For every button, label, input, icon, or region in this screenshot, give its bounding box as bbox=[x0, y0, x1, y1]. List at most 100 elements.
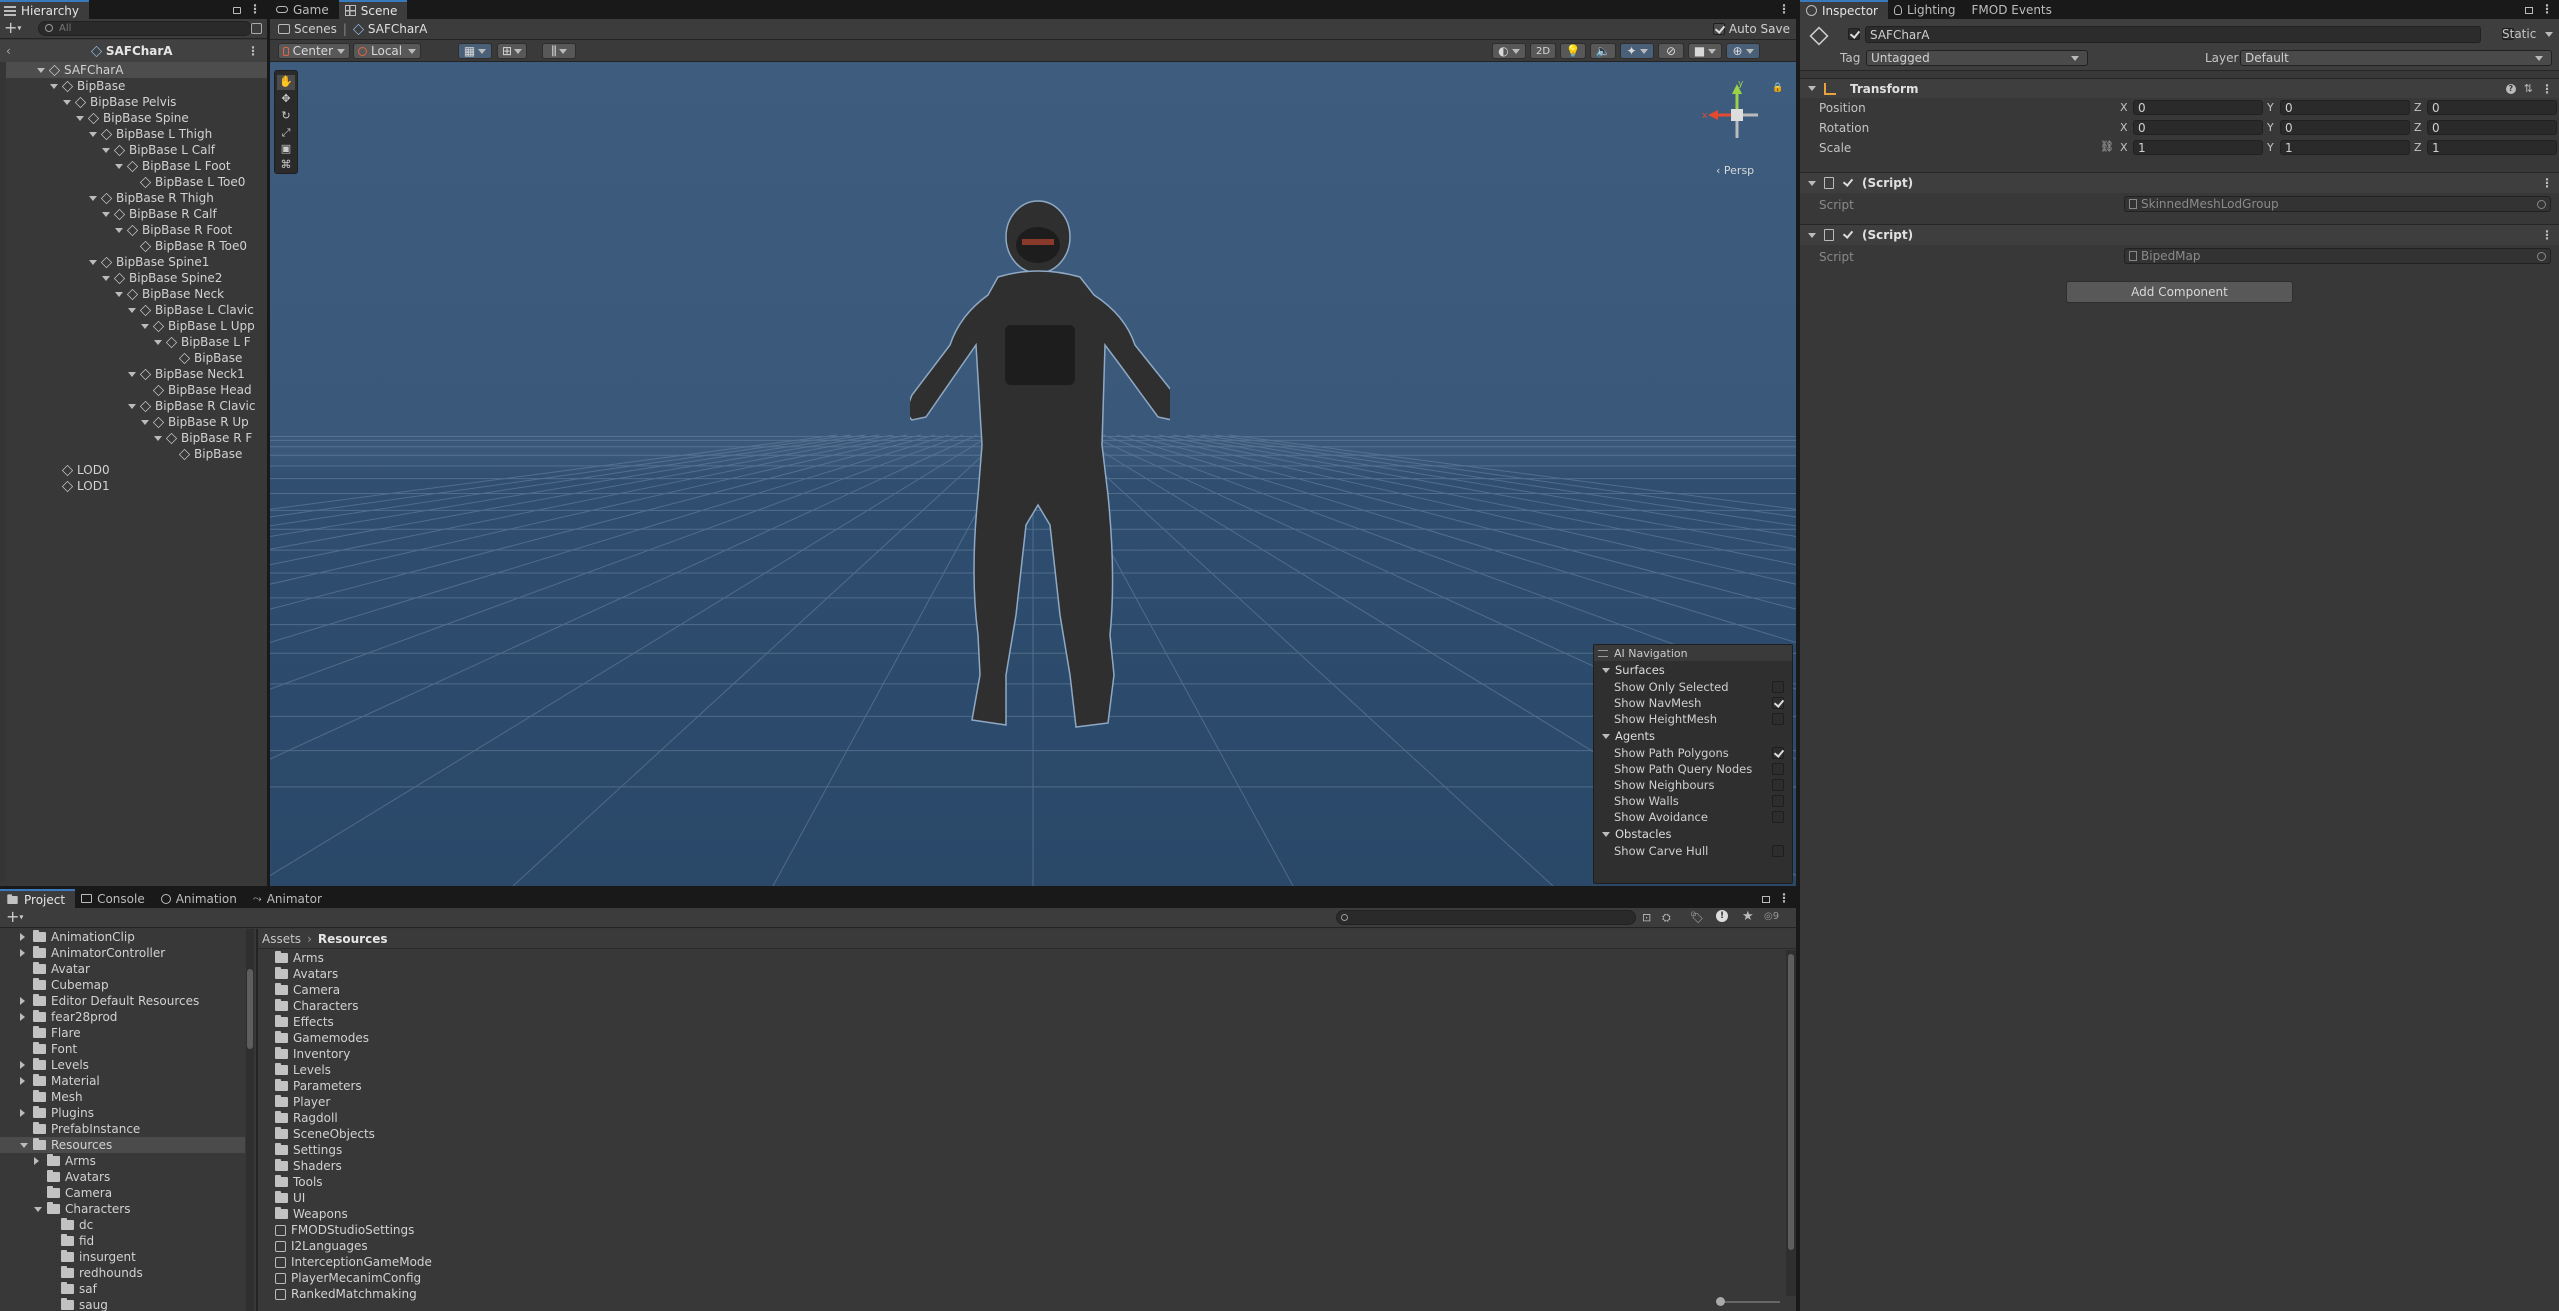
2d-toggle[interactable]: 2D bbox=[1530, 43, 1556, 59]
asset-item[interactable]: Weapons bbox=[258, 1206, 1786, 1222]
ai-nav-section-header[interactable]: Obstacles bbox=[1594, 825, 1792, 843]
project-tree-item[interactable]: redhounds bbox=[0, 1265, 245, 1281]
expand-arrow-icon[interactable] bbox=[20, 933, 25, 941]
component-menu-icon[interactable]: ⋮ bbox=[2541, 82, 2553, 96]
grid-snap-button[interactable]: ▦ bbox=[458, 43, 492, 59]
axis-x-label[interactable]: X bbox=[2120, 101, 2128, 114]
filter-type-icon[interactable]: ⛭ bbox=[1662, 911, 1671, 925]
expand-arrow-icon[interactable] bbox=[34, 1157, 39, 1165]
ai-nav-option-checkbox[interactable] bbox=[1772, 713, 1784, 725]
increment-snap-button[interactable]: ⊞ bbox=[497, 43, 527, 59]
asset-item[interactable]: Inventory bbox=[258, 1046, 1786, 1062]
expand-arrow-icon[interactable] bbox=[128, 371, 136, 377]
expand-arrow-icon[interactable] bbox=[115, 291, 123, 297]
tab-inspector[interactable]: Inspector bbox=[1800, 0, 1888, 19]
script-enabled-checkbox[interactable] bbox=[1842, 229, 1854, 241]
asset-item[interactable]: Characters bbox=[258, 998, 1786, 1014]
project-tree-item[interactable]: saug bbox=[0, 1297, 245, 1311]
create-asset-button[interactable]: +▾ bbox=[6, 909, 23, 926]
axis-x-label[interactable]: X bbox=[2120, 121, 2128, 134]
inspector-lock-icon[interactable] bbox=[2525, 7, 2533, 14]
asset-item[interactable]: Levels bbox=[258, 1062, 1786, 1078]
asset-item[interactable]: FMODStudioSettings bbox=[258, 1222, 1786, 1238]
breadcrumb-current[interactable]: SAFCharA bbox=[368, 22, 427, 36]
asset-item[interactable]: InterceptionGameMode bbox=[258, 1254, 1786, 1270]
filter-log-icon[interactable]: ! bbox=[1716, 910, 1728, 922]
expand-arrow-icon[interactable] bbox=[1602, 667, 1610, 673]
project-tree-item[interactable]: Avatars bbox=[0, 1169, 245, 1185]
expand-arrow-icon[interactable] bbox=[115, 163, 123, 169]
static-dropdown-icon[interactable] bbox=[2545, 32, 2553, 37]
move-tool-button[interactable]: ✥ bbox=[277, 92, 295, 107]
breadcrumb-resources[interactable]: Resources bbox=[318, 932, 388, 946]
filter-label-icon[interactable]: 🏷 bbox=[1690, 911, 1704, 924]
expand-arrow-icon[interactable] bbox=[20, 1077, 25, 1085]
hierarchy-item[interactable]: BipBase bbox=[0, 446, 267, 462]
pivot-dropdown[interactable]: Center bbox=[278, 43, 350, 59]
hierarchy-item[interactable]: BipBase L Thigh bbox=[0, 126, 267, 142]
component-menu-icon[interactable]: ⋮ bbox=[2541, 228, 2553, 242]
audio-toggle[interactable]: 🔈 bbox=[1590, 43, 1616, 59]
active-checkbox[interactable] bbox=[1848, 28, 1860, 40]
expand-arrow-icon[interactable] bbox=[37, 67, 45, 73]
axis-z-label[interactable]: Z bbox=[2414, 121, 2422, 134]
hierarchy-item[interactable]: BipBase R F bbox=[0, 430, 267, 446]
script-enabled-checkbox[interactable] bbox=[1842, 177, 1854, 189]
axis-y-label[interactable]: Y bbox=[2267, 121, 2274, 134]
project-tree-item[interactable]: fear28prod bbox=[0, 1009, 245, 1025]
expand-arrow-icon[interactable] bbox=[128, 307, 136, 313]
transform-y-field[interactable]: 0 bbox=[2280, 100, 2410, 115]
tag-dropdown[interactable]: Untagged bbox=[1866, 50, 2088, 66]
ai-nav-option-checkbox[interactable] bbox=[1772, 779, 1784, 791]
script-header[interactable]: (Script) ⋮ bbox=[1800, 225, 2559, 245]
expand-arrow-icon[interactable] bbox=[20, 1013, 25, 1021]
tab-scene[interactable]: Scene bbox=[338, 0, 408, 19]
kebab-menu-icon[interactable]: ⋮ bbox=[249, 0, 261, 19]
ai-nav-option-checkbox[interactable] bbox=[1772, 763, 1784, 775]
project-tree-item[interactable]: Camera bbox=[0, 1185, 245, 1201]
inspector-kebab-icon[interactable]: ⋮ bbox=[2541, 0, 2553, 19]
persp-label[interactable]: ‹ Persp bbox=[1716, 164, 1754, 177]
asset-item[interactable]: Arms bbox=[258, 950, 1786, 966]
rotate-tool-button[interactable]: ↻ bbox=[277, 109, 295, 124]
ai-nav-option-checkbox[interactable] bbox=[1772, 681, 1784, 693]
hierarchy-item[interactable]: BipBase R Clavic bbox=[0, 398, 267, 414]
hierarchy-item[interactable]: BipBase L Toe0 bbox=[0, 174, 267, 190]
character-model[interactable] bbox=[910, 195, 1170, 735]
ai-nav-option[interactable]: Show Walls bbox=[1594, 793, 1792, 809]
lock-icon[interactable] bbox=[233, 7, 241, 14]
breadcrumb-assets[interactable]: Assets bbox=[262, 932, 301, 946]
expand-arrow-icon[interactable] bbox=[20, 1061, 25, 1069]
expand-arrow-icon[interactable] bbox=[20, 1109, 25, 1117]
axis-y-label[interactable]: Y bbox=[2267, 141, 2274, 154]
expand-arrow-icon[interactable] bbox=[102, 147, 110, 153]
hierarchy-item[interactable]: BipBase Spine1 bbox=[0, 254, 267, 270]
layer-dropdown[interactable]: Default bbox=[2240, 50, 2552, 66]
axis-y-label[interactable]: Y bbox=[2267, 101, 2274, 114]
tab-lighting[interactable]: Lighting bbox=[1888, 0, 1966, 19]
axis-z-label[interactable]: Z bbox=[2414, 101, 2422, 114]
zoom-slider-knob[interactable] bbox=[1716, 1297, 1725, 1306]
asset-item[interactable]: Tools bbox=[258, 1174, 1786, 1190]
transform-y-field[interactable]: 1 bbox=[2280, 140, 2410, 155]
script-header[interactable]: (Script) ⋮ bbox=[1800, 173, 2559, 193]
auto-save-checkbox[interactable] bbox=[1712, 23, 1725, 35]
hierarchy-item[interactable]: BipBase Spine2 bbox=[0, 270, 267, 286]
script-reference-field[interactable]: SkinnedMeshLodGroup bbox=[2124, 196, 2551, 212]
ai-nav-option[interactable]: Show Only Selected bbox=[1594, 679, 1792, 695]
expand-arrow-icon[interactable] bbox=[50, 83, 58, 89]
ai-nav-option-checkbox[interactable] bbox=[1772, 795, 1784, 807]
ai-navigation-header[interactable]: AI Navigation bbox=[1594, 645, 1792, 661]
expand-arrow-icon[interactable] bbox=[115, 227, 123, 233]
asset-item[interactable]: Shaders bbox=[258, 1158, 1786, 1174]
project-tree-item[interactable]: Plugins bbox=[0, 1105, 245, 1121]
ai-nav-option[interactable]: Show Neighbours bbox=[1594, 777, 1792, 793]
hierarchy-item[interactable]: BipBase R Calf bbox=[0, 206, 267, 222]
axis-z-label[interactable]: Z bbox=[2414, 141, 2422, 154]
expand-arrow-icon[interactable] bbox=[20, 997, 25, 1005]
project-tree-item[interactable]: AnimatorController bbox=[0, 945, 245, 961]
project-tree-item[interactable]: Cubemap bbox=[0, 977, 245, 993]
favorite-icon[interactable]: ★ bbox=[1742, 909, 1754, 924]
hierarchy-search-input[interactable]: All bbox=[38, 21, 252, 36]
hierarchy-item[interactable]: LOD1 bbox=[0, 478, 267, 494]
